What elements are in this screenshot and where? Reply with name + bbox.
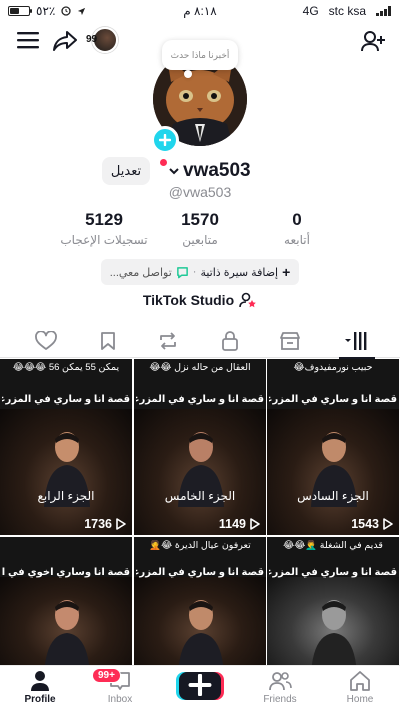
tab-saved[interactable] bbox=[94, 328, 122, 354]
shop-icon bbox=[280, 332, 300, 350]
video-part-label: الجزء الرابع bbox=[37, 489, 95, 503]
add-photo-button[interactable] bbox=[151, 126, 179, 154]
video-tile[interactable]: قديم في الشغلة 🤦‍♂️😂😂 قصة انا و ساري في … bbox=[267, 537, 399, 665]
handle-text: @vwa503 bbox=[168, 184, 232, 200]
profile-tabs bbox=[0, 326, 400, 359]
create-button[interactable] bbox=[176, 672, 224, 700]
followers-count: 1570 bbox=[181, 210, 219, 229]
following-label: أتابعه bbox=[284, 233, 310, 247]
video-views: 1149 bbox=[219, 517, 260, 531]
view-count: 1149 bbox=[218, 517, 246, 531]
add-user-icon[interactable] bbox=[360, 28, 386, 54]
tab-liked[interactable] bbox=[32, 328, 60, 354]
bookmark-icon bbox=[101, 332, 115, 350]
play-icon bbox=[383, 518, 393, 530]
separator: · bbox=[192, 266, 197, 278]
note-bubble[interactable]: أخبرنا ماذا حدث bbox=[162, 40, 238, 78]
likes-count: 5129 bbox=[85, 210, 123, 229]
menu-icon[interactable] bbox=[16, 28, 40, 52]
nav-inbox-label: Inbox bbox=[107, 694, 133, 705]
tab-shop[interactable] bbox=[276, 328, 304, 354]
nav-friends-label: Friends bbox=[263, 694, 297, 705]
add-bio-label: إضافة سيرة ذاتية bbox=[200, 266, 279, 279]
person-silhouette bbox=[311, 600, 357, 665]
video-tile[interactable]: يمكن 55 يمكن 56 😂😂😂 قصة انا و ساري في ال… bbox=[0, 359, 132, 535]
home-icon bbox=[350, 671, 370, 691]
video-main-caption: قصة انا وساري اخوي في المزرعه 😂 bbox=[2, 567, 130, 578]
nav-friends[interactable]: Friends bbox=[245, 670, 315, 705]
video-tile[interactable]: حبيب نورمفيدوف😂 قصة انا و ساري في المزرع… bbox=[267, 359, 399, 535]
bottom-nav: Profile 99+ Inbox Friends Home bbox=[0, 665, 400, 711]
person-silhouette bbox=[44, 600, 90, 665]
lock-icon bbox=[222, 331, 238, 351]
nav-home-label: Home bbox=[346, 694, 374, 705]
status-bar: ٥٢٪ ٨:١٨ م 4G stc ksa bbox=[0, 0, 400, 22]
video-top-caption: يمكن 55 يمكن 56 😂😂😂 bbox=[12, 362, 120, 373]
repost-icon bbox=[160, 332, 176, 350]
create-plus-icon bbox=[188, 674, 212, 696]
profile-icon bbox=[31, 671, 49, 691]
stat-likes[interactable]: 5129 تسجيلات الإعجاب bbox=[56, 210, 152, 247]
tiktok-studio-link[interactable]: TikTok Studio bbox=[0, 292, 400, 308]
play-icon bbox=[250, 518, 260, 530]
username: vwa503 bbox=[183, 160, 251, 181]
nav-profile-label: Profile bbox=[24, 694, 56, 705]
following-count: 0 bbox=[292, 210, 302, 229]
studio-label: TikTok Studio bbox=[142, 292, 235, 308]
video-top-caption: قديم في الشغلة 🤦‍♂️😂😂 bbox=[283, 540, 383, 551]
nav-profile[interactable]: Profile bbox=[5, 670, 75, 705]
video-part-label: الجزء الخامس bbox=[164, 489, 236, 503]
message-icon bbox=[176, 266, 188, 278]
tab-reposts[interactable] bbox=[154, 328, 182, 354]
inbox-badge: 99+ bbox=[92, 668, 121, 683]
heart-icon bbox=[35, 331, 57, 350]
nav-create[interactable] bbox=[176, 672, 224, 702]
plus-icon bbox=[159, 134, 171, 146]
video-top-caption: تعرفون عيال الديرة 😂🤦 bbox=[149, 540, 251, 551]
video-views: 1736 bbox=[84, 517, 126, 531]
video-main-caption: قصة انا و ساري في المزرعة 😂😂 bbox=[269, 567, 397, 578]
video-views: 1543 bbox=[351, 517, 393, 531]
video-main-caption: قصة انا و ساري في المزرعة 😂 bbox=[136, 567, 264, 578]
story-avatar[interactable]: 99 bbox=[86, 26, 118, 54]
nav-home[interactable]: Home bbox=[325, 670, 395, 705]
bio-chip[interactable]: + إضافة سيرة ذاتية · تواصل معي... bbox=[101, 259, 299, 285]
video-tile[interactable]: العقال من حاله نزل 😂😂 قصة انا و ساري في … bbox=[134, 359, 266, 535]
video-main-caption: قصة انا و ساري في المزرعة 😂😂 bbox=[2, 394, 130, 405]
video-part-label: الجزء السادس bbox=[297, 489, 369, 503]
grid-icon bbox=[345, 332, 367, 350]
share-icon[interactable] bbox=[52, 28, 78, 54]
video-top-caption: حبيب نورمفيدوف😂 bbox=[293, 362, 373, 373]
view-count: 1736 bbox=[84, 517, 112, 531]
followers-label: متابعين bbox=[182, 233, 218, 247]
stat-followers[interactable]: 1570 متابعين bbox=[160, 210, 240, 247]
likes-label: تسجيلات الإعجاب bbox=[60, 233, 148, 247]
video-tile[interactable]: قصة انا وساري اخوي في المزرعه 😂 bbox=[0, 537, 132, 665]
nav-inbox[interactable]: 99+ Inbox bbox=[85, 668, 155, 705]
create-wrap bbox=[176, 672, 224, 700]
studio-person-icon bbox=[239, 292, 256, 308]
chevron-down-icon bbox=[169, 168, 179, 175]
handle: @vwa503 bbox=[0, 184, 400, 200]
tab-videos-grid[interactable] bbox=[339, 328, 375, 359]
video-top-caption: العقال من حاله نزل 😂😂 bbox=[149, 362, 251, 373]
person-silhouette bbox=[178, 600, 224, 665]
contact-label: تواصل معي... bbox=[109, 266, 172, 279]
tab-private[interactable] bbox=[216, 328, 244, 354]
clock: ٨:١٨ م bbox=[183, 4, 217, 18]
video-grid: حبيب نورمفيدوف😂 قصة انا و ساري في المزرع… bbox=[0, 359, 400, 665]
video-main-caption: قصة انا و ساري في المزرعة 😂😂 bbox=[269, 394, 397, 405]
story-count: 99 bbox=[86, 34, 98, 45]
friends-icon bbox=[269, 672, 292, 691]
edit-profile-button[interactable]: تعديل bbox=[102, 157, 150, 185]
play-icon bbox=[116, 518, 126, 530]
video-main-caption: قصة انا و ساري في المزرعة 😂😂 bbox=[136, 394, 264, 405]
video-tile[interactable]: تعرفون عيال الديرة 😂🤦 قصة انا و ساري في … bbox=[134, 537, 266, 665]
username-dropdown[interactable]: vwa503 bbox=[160, 158, 251, 184]
plus-icon: + bbox=[282, 264, 291, 280]
view-count: 1543 bbox=[351, 517, 379, 531]
stat-following[interactable]: 0 أتابعه bbox=[270, 210, 324, 247]
